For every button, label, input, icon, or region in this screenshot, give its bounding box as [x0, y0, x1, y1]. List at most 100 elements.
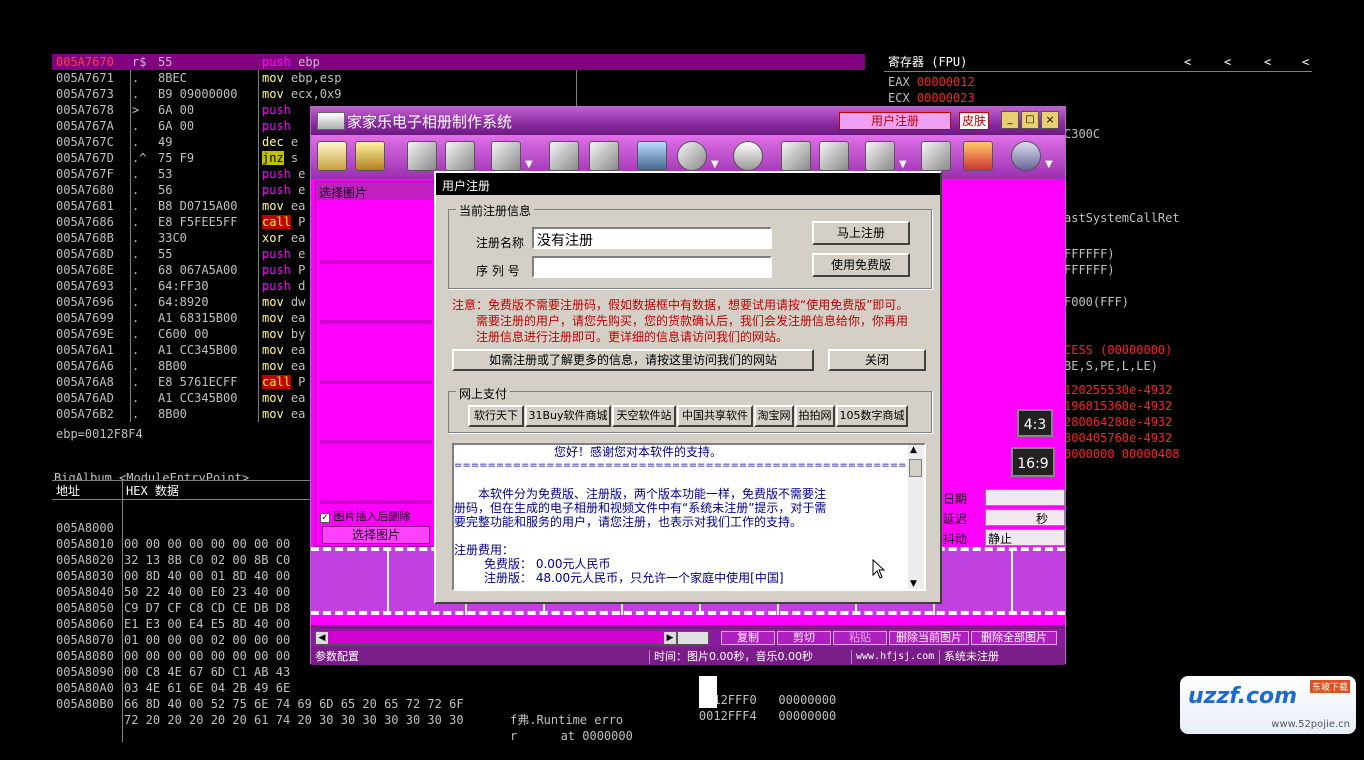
code-row[interactable]: 005A7673 . B9 09000000 mov ecx,0x9 — [52, 86, 865, 102]
name-field[interactable]: 没有注册 — [532, 227, 772, 249]
register-line[interactable]: EAX 00000012 — [888, 74, 975, 90]
chevron-left-icon[interactable]: < — [1224, 54, 1231, 70]
shop-button[interactable]: 中国共享软件 — [677, 405, 753, 427]
chevron-down-icon[interactable]: ▼ — [1045, 159, 1053, 170]
register-line[interactable]: BE,S,PE,L,LE) — [1064, 358, 1158, 374]
property-field[interactable]: 静止 — [985, 529, 1065, 546]
register-line[interactable]: 120255530e-4932 — [1064, 382, 1172, 398]
scroll-left-icon[interactable]: ◀ — [316, 632, 328, 644]
code-address: 005A7681 — [56, 199, 114, 213]
register-link[interactable]: 用户注册 — [839, 112, 951, 130]
palette-icon[interactable] — [963, 141, 993, 171]
chevron-left-icon[interactable]: < — [1302, 54, 1309, 70]
open-photo-icon[interactable] — [355, 141, 385, 171]
register-line[interactable]: 0000000 00000408 — [1064, 446, 1180, 462]
register-dialog[interactable]: 用户注册 当前注册信息 注册名称 没有注册 序 列 号 马上注册 使用免费版 注… — [434, 171, 942, 604]
scroll-thumb[interactable] — [909, 459, 922, 477]
export-icon[interactable] — [491, 141, 521, 171]
register-line[interactable]: ECX 00000023 — [888, 90, 975, 106]
shop-button[interactable]: 105数字商城 — [836, 405, 908, 427]
stack-row[interactable]: 0012FFF4 00000000 — [670, 676, 836, 740]
hex-col-data: HEX 数据 — [126, 484, 179, 498]
hex-address: 005A80B0 — [56, 697, 114, 711]
code-marker: . — [132, 327, 140, 341]
close-window-button[interactable]: × — [1041, 111, 1059, 129]
bottom-action-button[interactable]: 剪切 — [777, 631, 831, 645]
shop-button[interactable]: 拍拍网 — [795, 405, 835, 427]
register-line[interactable]: F000(FFF) — [1064, 294, 1129, 310]
shop-button[interactable]: 31Buy软件商城 — [525, 405, 611, 427]
code-address: 005A767D — [56, 151, 114, 165]
register-line[interactable]: astSystemCallRet — [1064, 210, 1180, 226]
horizontal-scrollbar[interactable]: ◀ ▶ — [315, 631, 677, 645]
register-line[interactable]: 300405760e-4932 — [1064, 430, 1172, 446]
code-row[interactable]: 005A7671 . 8BEC mov ebp,esp — [52, 70, 865, 86]
code-marker: . — [132, 183, 140, 197]
register-line[interactable]: CESS (00000000) — [1064, 342, 1172, 358]
register-line[interactable]: 280064280e-4932 — [1064, 414, 1172, 430]
panorama-icon[interactable] — [637, 141, 667, 171]
effects-icon[interactable] — [677, 141, 707, 171]
visit-website-button[interactable]: 如需注册或了解更多的信息，请按这里访问我们的网站 — [452, 349, 814, 371]
text-edit-icon[interactable] — [819, 141, 849, 171]
new-album-icon[interactable] — [317, 141, 347, 171]
share-icon[interactable] — [921, 141, 951, 171]
scroll-right-icon[interactable]: ▶ — [664, 632, 676, 644]
code-asm: call P — [262, 375, 306, 389]
chevron-down-icon[interactable]: ▼ — [525, 159, 533, 170]
bottom-action-button[interactable]: 删除当前图片 — [889, 631, 969, 645]
burn-disc-icon[interactable] — [549, 141, 579, 171]
register-line[interactable]: FFFFFF) — [1064, 262, 1115, 278]
code-row[interactable]: 005A7670 r$ 55 push ebp — [52, 54, 865, 70]
chevron-down-icon[interactable]: ▼ — [899, 159, 907, 170]
bottom-action-button[interactable]: 粘贴 — [833, 631, 887, 645]
code-hex: E8 F5FEE5FF — [158, 215, 238, 229]
picture-list-panel[interactable]: 选择图片 ✓ 图片插入后删除 选择图片 — [315, 181, 435, 547]
music-icon[interactable] — [733, 141, 763, 171]
property-field[interactable]: 秒 — [985, 509, 1065, 526]
ratio-4-3-button[interactable]: 4:3 — [1017, 409, 1053, 437]
picture-grid[interactable] — [320, 204, 432, 504]
code-marker: r$ — [132, 55, 147, 69]
chevron-down-icon[interactable]: ▼ — [711, 159, 719, 170]
settings-tool-icon[interactable] — [589, 141, 619, 171]
bottom-action-button[interactable]: 复制 — [721, 631, 775, 645]
ratio-16-9-button[interactable]: 16:9 — [1011, 447, 1055, 477]
shop-button[interactable]: 软行天下 — [468, 405, 524, 427]
skin-button[interactable]: 皮肤 — [959, 112, 989, 130]
minimize-button[interactable]: _ — [1001, 111, 1019, 129]
help-icon[interactable] — [1011, 141, 1041, 171]
select-picture-button[interactable]: 选择图片 — [322, 526, 430, 544]
edit-pen-icon[interactable] — [781, 141, 811, 171]
status-time: 时间：图片0.00秒，音乐0.00秒 — [649, 650, 813, 664]
scroll-up-icon[interactable]: ▲ — [910, 445, 917, 455]
scroll-down-icon[interactable]: ▼ — [910, 579, 917, 589]
register-line[interactable]: C300C — [1064, 126, 1100, 142]
screen-capture-icon[interactable] — [865, 141, 895, 171]
property-field[interactable] — [985, 489, 1065, 506]
shop-button[interactable]: 天空软件站 — [612, 405, 676, 427]
save-icon[interactable] — [407, 141, 437, 171]
app-titlebar[interactable]: 家家乐电子相册制作系统 用户注册 皮肤 _ □ × — [311, 107, 1065, 135]
register-line[interactable]: 196815360e-4932 — [1064, 398, 1172, 414]
info-textarea[interactable]: 您好！感谢您对本软件的支持。 ==========================… — [452, 443, 926, 591]
bottom-action-button[interactable]: 删除全部图片 — [971, 631, 1057, 645]
maximize-button[interactable]: □ — [1021, 111, 1039, 129]
hex-row[interactable]: 005A80B0 72 20 20 20 20 20 61 74 20 30 3… — [52, 680, 642, 760]
register-now-button[interactable]: 马上注册 — [812, 221, 910, 245]
dialog-title[interactable]: 用户注册 — [436, 173, 940, 195]
status-config[interactable]: 参数配置 — [315, 650, 359, 664]
save-all-icon[interactable] — [445, 141, 475, 171]
register-line[interactable]: FFFFFF) — [1064, 246, 1115, 262]
serial-field[interactable] — [532, 256, 772, 278]
note-line: 需要注册的用户，请您先购买，您的货款确认后，我们会发注册信息给你，你再用 — [476, 314, 909, 328]
shop-button[interactable]: 淘宝网 — [754, 405, 794, 427]
use-free-button[interactable]: 使用免费版 — [812, 253, 910, 277]
position-field[interactable] — [677, 631, 709, 645]
chevron-left-icon[interactable]: < — [1184, 54, 1191, 70]
vertical-scrollbar[interactable]: ▲ ▼ — [908, 445, 924, 589]
close-dialog-button[interactable]: 关闭 — [828, 349, 926, 371]
chevron-left-icon[interactable]: < — [1264, 54, 1271, 70]
code-marker: . — [132, 135, 140, 149]
delete-after-insert-checkbox[interactable]: ✓ 图片插入后删除 — [320, 508, 411, 524]
